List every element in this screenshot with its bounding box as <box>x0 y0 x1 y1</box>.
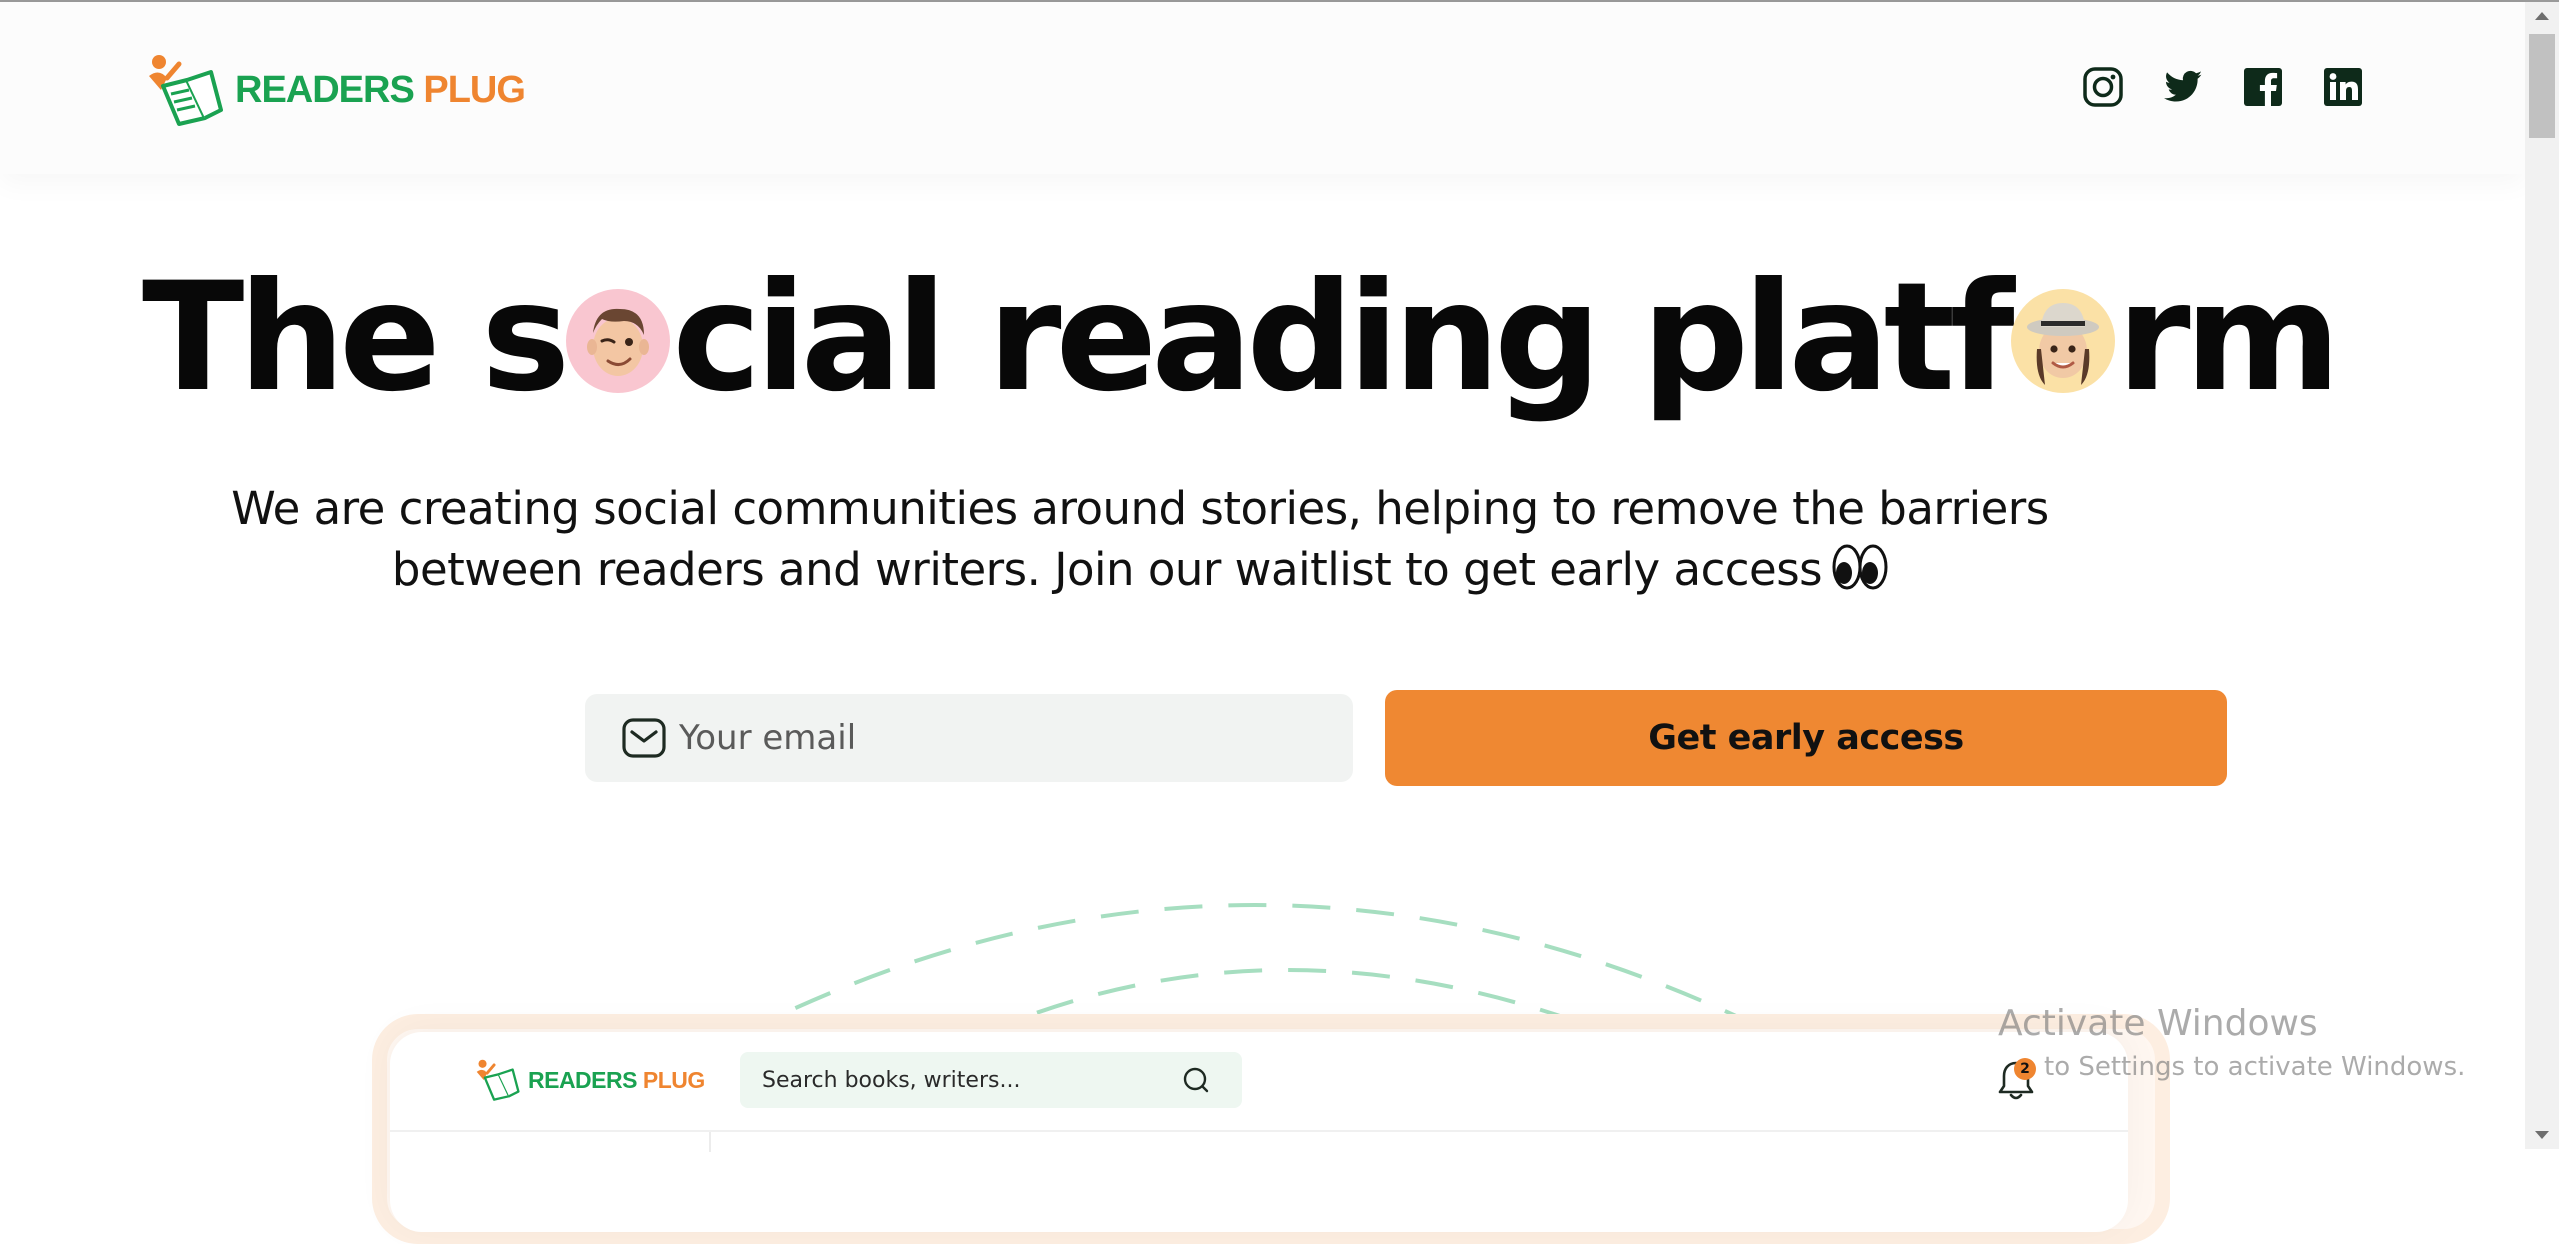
email-input[interactable] <box>677 707 1301 769</box>
scrollbar-thumb[interactable] <box>2529 34 2555 138</box>
vertical-scrollbar[interactable] <box>2525 2 2559 1149</box>
get-early-access-button[interactable]: Get early access <box>1385 690 2227 786</box>
preview-search-input[interactable] <box>760 1066 1174 1094</box>
app-preview-sidebar-divider <box>709 1132 711 1152</box>
woman-hat-avatar-icon <box>2010 289 2115 393</box>
instagram-icon[interactable] <box>2082 66 2124 108</box>
eyes-emoji-icon <box>1832 544 1888 590</box>
hero-title: The s cial reading platf rm <box>142 248 2341 428</box>
notification-count-badge: 2 <box>2014 1058 2036 1080</box>
hero-title-part1: The s <box>142 251 570 425</box>
social-links <box>2082 66 2364 108</box>
twitter-icon[interactable] <box>2162 66 2204 108</box>
site-header: READERS PLUG <box>0 2 2525 174</box>
winking-man-avatar-icon <box>566 289 671 393</box>
hero-title-part3: rm <box>2116 251 2341 425</box>
brand-name-part2: PLUG <box>423 68 526 111</box>
preview-brand-logo[interactable]: READERS PLUG <box>474 1058 705 1102</box>
preview-brand-name: READERS PLUG <box>528 1067 705 1094</box>
hero-subtitle-line2: between readers and writers. Join our wa… <box>391 543 1823 596</box>
scroll-up-arrow-icon[interactable] <box>2535 12 2549 20</box>
preview-brand-part1: READERS <box>528 1066 637 1093</box>
hero-title-part2: cial reading platf <box>672 251 2014 425</box>
hero-subtitle-line1: We are creating social communities aroun… <box>231 482 2049 535</box>
book-reader-logo-icon <box>476 1059 520 1101</box>
brand-name: READERS PLUG <box>235 68 526 112</box>
app-preview-header-divider <box>390 1130 2128 1132</box>
mail-icon <box>622 718 666 758</box>
email-field-container <box>585 694 1353 782</box>
linkedin-icon[interactable] <box>2322 66 2364 108</box>
preview-search-bar <box>740 1052 1242 1108</box>
scroll-down-arrow-icon[interactable] <box>2535 1131 2549 1139</box>
search-icon[interactable] <box>1180 1064 1212 1096</box>
hero-subtitle: We are creating social communities aroun… <box>140 478 2140 600</box>
brand-name-part1: READERS <box>235 68 415 111</box>
facebook-icon[interactable] <box>2242 66 2284 108</box>
preview-brand-part2: PLUG <box>642 1066 705 1093</box>
book-reader-logo-icon <box>149 55 223 126</box>
brand-logo[interactable]: READERS PLUG <box>145 52 526 128</box>
